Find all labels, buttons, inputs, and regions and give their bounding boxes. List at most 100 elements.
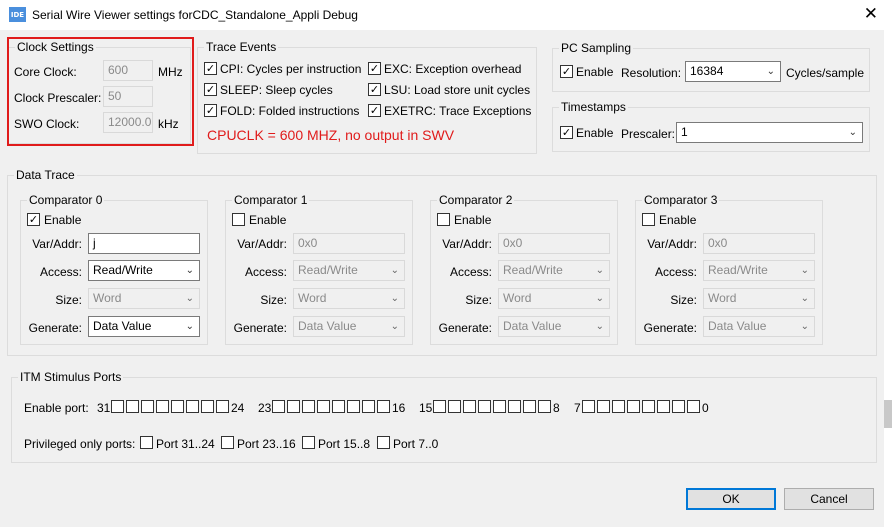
port-checkbox[interactable] <box>216 400 229 413</box>
port-checkbox[interactable] <box>126 400 139 413</box>
window-title: Serial Wire Viewer settings forCDC_Stand… <box>32 8 358 22</box>
comparator-2-generate-value: Data Value <box>503 319 562 333</box>
port-checkbox[interactable] <box>186 400 199 413</box>
port-checkbox[interactable] <box>508 400 521 413</box>
comparator-3-var-input[interactable]: 0x0 <box>703 233 815 254</box>
comparator-0-size-select[interactable]: Word ⌄ <box>88 288 200 309</box>
comparator-1-var-label: Var/Addr: <box>237 237 287 251</box>
port-checkbox[interactable] <box>156 400 169 413</box>
resolution-select[interactable]: 16384 ⌄ <box>685 61 781 82</box>
enable-port-label: Enable port: <box>24 401 89 415</box>
comparator-2-size-select[interactable]: Word ⌄ <box>498 288 610 309</box>
chevron-down-icon: ⌄ <box>800 321 809 332</box>
port-checkbox[interactable] <box>612 400 625 413</box>
privileged-port-23-16-label: Port 23..16 <box>237 437 296 451</box>
port-checkbox[interactable] <box>627 400 640 413</box>
port-checkbox[interactable] <box>111 400 124 413</box>
comparator-0-access-select[interactable]: Read/Write ⌄ <box>88 260 200 281</box>
sleep-checkbox[interactable]: ✓ <box>204 83 217 96</box>
comparator-0-generate-select[interactable]: Data Value ⌄ <box>88 316 200 337</box>
comparator-0-enable-label: Enable <box>44 213 82 227</box>
timestamps-enable-checkbox[interactable]: ✓ <box>560 126 573 139</box>
cancel-button[interactable]: Cancel <box>784 488 874 510</box>
fold-checkbox[interactable]: ✓ <box>204 104 217 117</box>
port-checkbox[interactable] <box>493 400 506 413</box>
port-checkbox[interactable] <box>463 400 476 413</box>
port-checkbox[interactable] <box>317 400 330 413</box>
core-clock-field: 600 <box>103 60 153 81</box>
port-checkbox[interactable] <box>448 400 461 413</box>
port-checkbox[interactable] <box>302 400 315 413</box>
port-group-2-start: 15 <box>419 401 433 415</box>
comparator-1-generate-select[interactable]: Data Value ⌄ <box>293 316 405 337</box>
chevron-down-icon: ⌄ <box>390 321 399 332</box>
port-checkbox[interactable] <box>672 400 685 413</box>
privileged-port-31-24-checkbox[interactable] <box>140 436 153 449</box>
pc-sampling-enable-checkbox[interactable]: ✓ <box>560 65 573 78</box>
close-icon[interactable]: ✕ <box>864 4 878 24</box>
port-group-0-end: 24 <box>231 401 245 415</box>
port-checkbox[interactable] <box>687 400 700 413</box>
timestamps-prescaler-select[interactable]: 1 ⌄ <box>676 122 863 143</box>
exc-checkbox[interactable]: ✓ <box>368 62 381 75</box>
comparator-3-enable-label: Enable <box>659 213 697 227</box>
port-checkbox[interactable] <box>171 400 184 413</box>
port-group-1-checkboxes <box>272 400 392 413</box>
port-checkbox[interactable] <box>332 400 345 413</box>
comparator-3-enable-checkbox[interactable] <box>642 213 655 226</box>
timestamps-prescaler-value: 1 <box>681 125 688 139</box>
comparator-1-var-input[interactable]: 0x0 <box>293 233 405 254</box>
cpi-checkbox[interactable]: ✓ <box>204 62 217 75</box>
chevron-down-icon: ⌄ <box>390 293 399 304</box>
port-checkbox[interactable] <box>433 400 446 413</box>
comparator-1-size-value: Word <box>298 291 327 305</box>
port-checkbox[interactable] <box>347 400 360 413</box>
ok-button[interactable]: OK <box>686 488 776 510</box>
port-checkbox[interactable] <box>523 400 536 413</box>
privileged-port-15-8-checkbox[interactable] <box>302 436 315 449</box>
privileged-port-7-0-checkbox[interactable] <box>377 436 390 449</box>
port-checkbox[interactable] <box>597 400 610 413</box>
port-checkbox[interactable] <box>582 400 595 413</box>
timestamps-prescaler-label: Prescaler: <box>621 127 676 141</box>
comparator-2-var-input[interactable]: 0x0 <box>498 233 610 254</box>
cpuclk-annotation: CPUCLK = 600 MHZ, no output in SWV <box>207 127 455 143</box>
comparator-3-size-select[interactable]: Word ⌄ <box>703 288 815 309</box>
comparator-0-access-label: Access: <box>39 265 82 279</box>
port-checkbox[interactable] <box>272 400 285 413</box>
port-checkbox[interactable] <box>362 400 375 413</box>
comparator-1-access-select[interactable]: Read/Write ⌄ <box>293 260 405 281</box>
port-checkbox[interactable] <box>538 400 551 413</box>
comparator-1-access-value: Read/Write <box>298 263 358 277</box>
chevron-down-icon: ⌄ <box>185 321 194 332</box>
fold-label: FOLD: Folded instructions <box>220 104 360 118</box>
comparator-0-enable-checkbox[interactable]: ✓ <box>27 213 40 226</box>
comparator-0-var-input[interactable]: j <box>88 233 200 254</box>
comparator-2-access-value: Read/Write <box>503 263 563 277</box>
comparator-3-generate-select[interactable]: Data Value ⌄ <box>703 316 815 337</box>
port-checkbox[interactable] <box>478 400 491 413</box>
itm-stimulus-ports-group: ITM Stimulus Ports <box>11 370 877 463</box>
port-checkbox[interactable] <box>377 400 390 413</box>
port-checkbox[interactable] <box>287 400 300 413</box>
comparator-3-access-select[interactable]: Read/Write ⌄ <box>703 260 815 281</box>
data-trace-title: Data Trace <box>14 168 77 182</box>
port-group-3-start: 7 <box>574 401 581 415</box>
port-checkbox[interactable] <box>642 400 655 413</box>
port-group-1-start: 23 <box>258 401 272 415</box>
comparator-1-size-select[interactable]: Word ⌄ <box>293 288 405 309</box>
comparator-2-access-select[interactable]: Read/Write ⌄ <box>498 260 610 281</box>
lsu-checkbox[interactable]: ✓ <box>368 83 381 96</box>
exetrc-checkbox[interactable]: ✓ <box>368 104 381 117</box>
comparator-2-enable-checkbox[interactable] <box>437 213 450 226</box>
chevron-down-icon: ⌄ <box>595 293 604 304</box>
port-checkbox[interactable] <box>657 400 670 413</box>
comparator-2-generate-select[interactable]: Data Value ⌄ <box>498 316 610 337</box>
privileged-port-23-16-checkbox[interactable] <box>221 436 234 449</box>
clock-prescaler-label: Clock Prescaler: <box>14 91 102 105</box>
port-checkbox[interactable] <box>201 400 214 413</box>
port-checkbox[interactable] <box>141 400 154 413</box>
comparator-1-enable-checkbox[interactable] <box>232 213 245 226</box>
port-group-2-end: 8 <box>553 401 560 415</box>
pc-sampling-title: PC Sampling <box>559 41 634 55</box>
